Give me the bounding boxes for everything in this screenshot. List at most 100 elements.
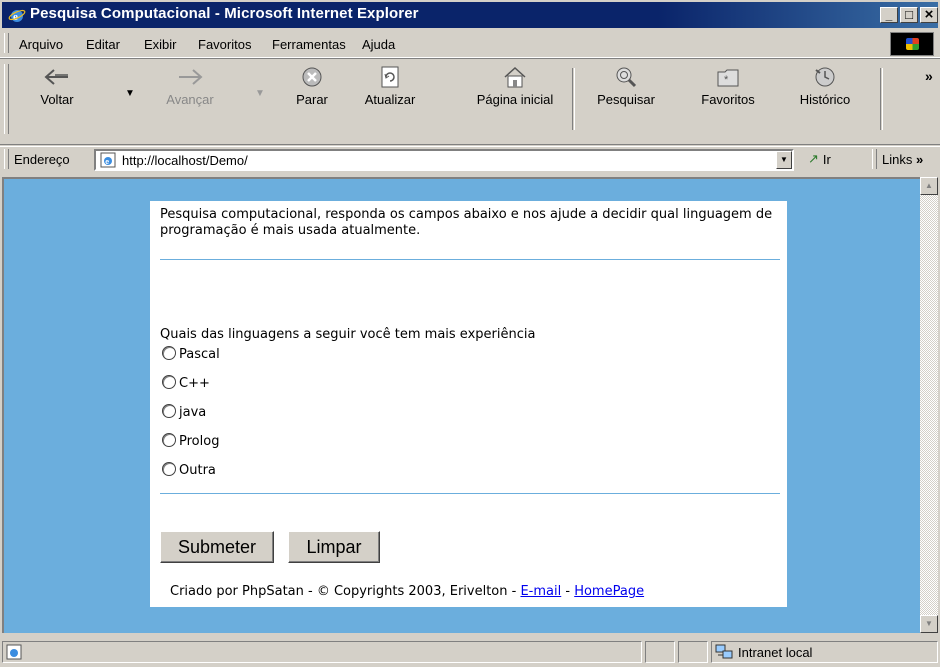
radio-button[interactable]: [162, 345, 176, 360]
go-arrow-icon: ↗: [808, 151, 819, 166]
favorites-button[interactable]: * Favoritos: [688, 64, 768, 107]
option-prolog[interactable]: Prolog: [162, 432, 220, 449]
home-icon: [501, 64, 529, 90]
footer-separator: -: [561, 584, 575, 599]
refresh-button[interactable]: Atualizar: [352, 64, 428, 107]
search-globe-icon: [612, 64, 640, 90]
history-button[interactable]: Histórico: [790, 64, 860, 107]
email-link[interactable]: E-mail: [520, 584, 561, 599]
title-bar[interactable]: e Pesquisa Computacional - Microsoft Int…: [2, 2, 938, 28]
submit-button[interactable]: Submeter: [160, 531, 274, 563]
menu-grip[interactable]: [4, 33, 9, 53]
intranet-icon: [715, 644, 733, 659]
back-label: Voltar: [40, 92, 74, 107]
menu-bar: Arquivo Editar Exibir Favoritos Ferramen…: [0, 31, 940, 58]
status-bar: Intranet local: [0, 637, 940, 667]
forward-button[interactable]: Avançar: [150, 64, 230, 107]
favorites-label: Favoritos: [701, 92, 755, 107]
stop-label: Parar: [296, 92, 328, 107]
maximize-button[interactable]: □: [900, 7, 918, 23]
history-label: Histórico: [799, 92, 851, 107]
option-label: java: [179, 405, 207, 420]
toolbar-grip[interactable]: [4, 64, 9, 134]
ie-logo-icon: e: [8, 9, 26, 23]
svg-text:*: *: [724, 74, 729, 86]
svg-text:e: e: [105, 159, 109, 166]
menu-favoritos[interactable]: Favoritos: [198, 37, 251, 52]
address-dropdown-icon[interactable]: ▼: [776, 151, 792, 169]
search-button[interactable]: Pesquisar: [590, 64, 662, 107]
menu-arquivo[interactable]: Arquivo: [19, 37, 63, 52]
toolbar-more-chevron[interactable]: »: [925, 68, 933, 84]
divider: [160, 493, 780, 494]
home-button[interactable]: Página inicial: [465, 64, 565, 107]
home-label: Página inicial: [476, 92, 554, 107]
radio-button[interactable]: [162, 374, 176, 389]
footer-text: Criado por PhpSatan - © Copyrights 2003,…: [170, 584, 521, 599]
option-cpp[interactable]: C++: [162, 374, 210, 391]
radio-button[interactable]: [162, 432, 176, 447]
go-button[interactable]: ↗ Ir: [808, 151, 831, 167]
status-field: [678, 641, 708, 663]
refresh-icon: [376, 64, 404, 90]
survey-panel: Pesquisa computacional, responda os camp…: [150, 201, 787, 607]
links-button[interactable]: Links »: [882, 152, 923, 167]
links-label: Links: [882, 152, 913, 167]
minimize-button[interactable]: _: [880, 7, 898, 23]
page-viewport[interactable]: Pesquisa computacional, responda os camp…: [2, 177, 920, 633]
address-label: Endereço: [14, 152, 70, 167]
option-label: Prolog: [179, 434, 220, 449]
history-icon: [811, 64, 839, 90]
back-arrow-icon: [43, 64, 71, 90]
window-title: Pesquisa Computacional - Microsoft Inter…: [30, 5, 419, 22]
option-pascal[interactable]: Pascal: [162, 345, 220, 362]
option-java[interactable]: java: [162, 403, 207, 420]
standard-toolbar: Voltar ▼ Avançar ▼ Parar Atualizar Págin…: [0, 60, 940, 145]
zone-label: Intranet local: [738, 645, 813, 660]
back-button[interactable]: Voltar: [22, 64, 92, 107]
option-label: Pascal: [179, 347, 220, 362]
browser-window: e Pesquisa Computacional - Microsoft Int…: [0, 0, 940, 667]
intro-text: Pesquisa computacional, responda os camp…: [160, 207, 773, 238]
question-text: Quais das linguagens a seguir você tem m…: [160, 327, 536, 342]
search-label: Pesquisar: [597, 92, 655, 107]
footer-credits: Criado por PhpSatan - © Copyrights 2003,…: [170, 584, 644, 599]
option-label: Outra: [179, 463, 216, 478]
menu-exibir[interactable]: Exibir: [144, 37, 177, 52]
menu-ajuda[interactable]: Ajuda: [362, 37, 395, 52]
option-outra[interactable]: Outra: [162, 461, 216, 478]
status-field: [645, 641, 675, 663]
address-input[interactable]: e http://localhost/Demo/ ▼: [94, 149, 794, 171]
address-grip[interactable]: [4, 149, 9, 169]
toolbar-separator: [880, 68, 883, 130]
go-label: Ir: [822, 151, 831, 167]
back-dropdown-icon[interactable]: ▼: [125, 88, 135, 99]
forward-dropdown-icon[interactable]: ▼: [255, 88, 265, 99]
vertical-scrollbar[interactable]: ▲ ▼: [920, 177, 938, 633]
forward-arrow-icon: [176, 64, 204, 90]
reset-button[interactable]: Limpar: [288, 531, 380, 563]
menu-editar[interactable]: Editar: [86, 37, 120, 52]
address-url: http://localhost/Demo/: [122, 153, 248, 168]
windows-logo-icon: [890, 32, 934, 56]
links-more-chevron: »: [915, 152, 924, 167]
radio-button[interactable]: [162, 461, 176, 476]
homepage-link[interactable]: HomePage: [574, 584, 644, 599]
stop-button[interactable]: Parar: [282, 64, 342, 107]
links-grip[interactable]: [872, 149, 877, 169]
refresh-label: Atualizar: [364, 92, 416, 107]
forward-label: Avançar: [166, 92, 214, 107]
option-label: C++: [179, 376, 210, 391]
radio-button[interactable]: [162, 403, 176, 418]
scroll-up-icon[interactable]: ▲: [920, 177, 938, 195]
status-text-field: [2, 641, 642, 663]
address-bar: Endereço e http://localhost/Demo/ ▼ ↗ Ir…: [0, 146, 940, 173]
scroll-down-icon[interactable]: ▼: [920, 615, 938, 633]
zone-field: Intranet local: [711, 641, 938, 663]
stop-icon: [298, 64, 326, 90]
divider: [160, 259, 780, 260]
menu-ferramentas[interactable]: Ferramentas: [272, 37, 346, 52]
page-status-icon: [6, 644, 22, 660]
toolbar-separator: [572, 68, 575, 130]
close-button[interactable]: ×: [920, 7, 938, 23]
